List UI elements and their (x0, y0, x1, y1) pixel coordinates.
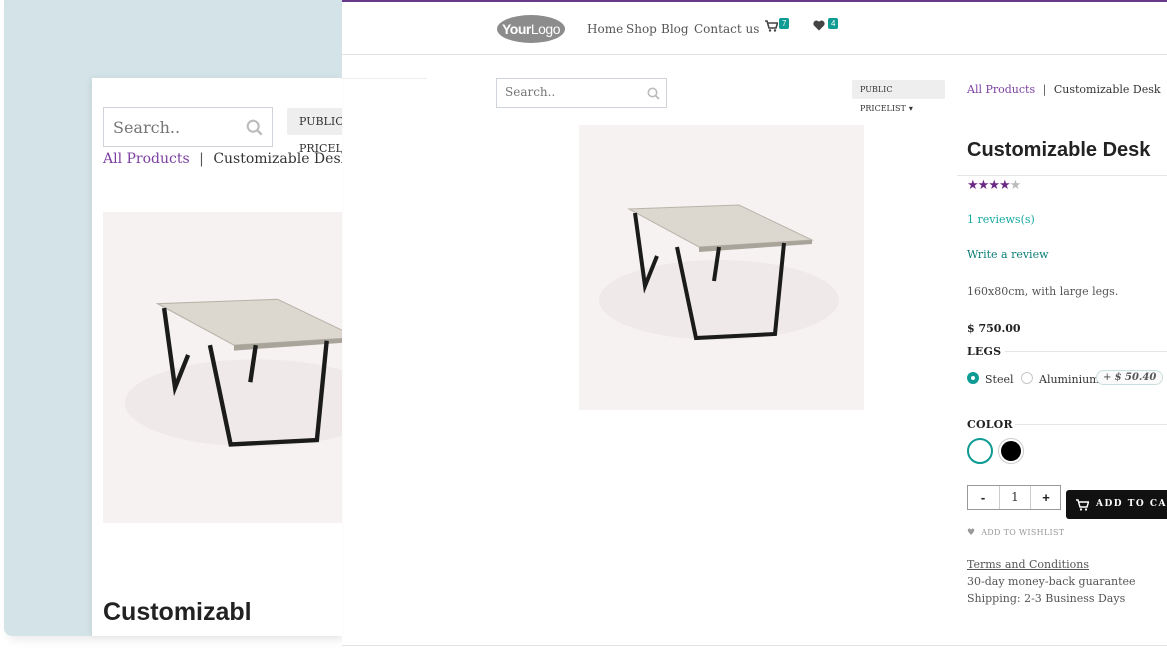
star-empty-icon: ★ (1009, 178, 1022, 193)
desk-illustration (599, 204, 839, 341)
quantity-stepper: - 1 + (967, 485, 1061, 510)
product-title: Customizable Desk (967, 139, 1151, 161)
legs-steel-radio[interactable] (967, 372, 979, 384)
mobile-breadcrumb-all-products-link[interactable]: All Products (103, 151, 190, 167)
mobile-product-page: PUBLIC PRICELIST▾ All Products | Customi… (92, 78, 342, 636)
desk-illustration (124, 298, 342, 447)
product-price: $ 750.00 (967, 322, 1021, 335)
extra-price-value: $ 50.40 (1114, 372, 1157, 383)
color-swatch-white[interactable] (967, 438, 993, 464)
add-to-cart-button[interactable]: ADD TO CART (1066, 490, 1167, 519)
nav-home-link[interactable]: Home (587, 22, 623, 36)
heart-icon: ♥ (967, 528, 976, 538)
product-image[interactable] (579, 125, 864, 410)
caret-down-icon: ▾ (908, 104, 913, 113)
pricelist-label: PUBLIC PRICELIST (860, 85, 906, 113)
mobile-breadcrumb: All Products | Customizable Desk (103, 151, 342, 167)
add-to-wishlist-label: ADD TO WISHLIST (981, 528, 1065, 537)
star-icon: ★ (988, 178, 1000, 193)
breadcrumb: All Products | Customizable Desk (967, 83, 1161, 96)
search-icon[interactable] (647, 85, 660, 104)
mobile-window-extension (342, 78, 427, 536)
legs-steel-label: Steel (985, 373, 1014, 386)
mobile-pricelist-label: PUBLIC PRICELIST (299, 115, 342, 155)
search-input[interactable] (505, 85, 645, 99)
guarantee-text: 30-day money-back guarantee (967, 575, 1136, 588)
legs-aluminium-label: Aluminium (1039, 373, 1100, 386)
product-description: 160x80cm, with large legs. (967, 285, 1119, 298)
nav-blog-link[interactable]: Blog (661, 22, 689, 36)
logo-bold-text: Your (501, 21, 531, 37)
search-box (496, 78, 667, 108)
legs-divider (1005, 351, 1167, 352)
terms-link[interactable]: Terms and Conditions (967, 558, 1089, 571)
navbar: YourLogo Home Shop Blog Contact us 7 4 (342, 2, 1167, 55)
breadcrumb-all-products-link[interactable]: All Products (967, 83, 1035, 96)
wishlist-count-badge: 4 (828, 18, 839, 29)
color-label: COLOR (967, 418, 1013, 431)
write-review-link[interactable]: Write a review (967, 248, 1049, 261)
mobile-product-title: Customizabl (103, 598, 252, 626)
cart-icon[interactable] (765, 20, 779, 36)
pricelist-dropdown[interactable]: PUBLIC PRICELIST ▾ (852, 80, 945, 113)
shipping-text: Shipping: 2-3 Business Days (967, 592, 1126, 605)
desktop-product-page: YourLogo Home Shop Blog Contact us 7 4 P… (342, 0, 1167, 646)
nav-contact-link[interactable]: Contact us (694, 22, 759, 36)
qty-plus-button[interactable]: + (1031, 486, 1061, 509)
mobile-breadcrumb-separator: | (199, 151, 204, 167)
reviews-link[interactable]: 1 reviews(s) (967, 213, 1035, 226)
cart-icon (1076, 490, 1090, 519)
heart-icon[interactable] (813, 20, 825, 35)
title-divider (957, 175, 1167, 176)
star-icon: ★ (967, 178, 979, 193)
add-to-cart-label: ADD TO CART (1096, 499, 1167, 509)
cart-count-badge: 7 (779, 18, 790, 29)
legs-aluminium-radio[interactable] (1021, 372, 1033, 384)
color-swatch-black[interactable] (998, 438, 1024, 464)
mobile-search-box (103, 107, 273, 147)
extra-price-badge: + $ 50.40 (1096, 370, 1164, 385)
breadcrumb-separator: | (1042, 83, 1047, 96)
add-to-wishlist-link[interactable]: ♥ ADD TO WISHLIST (967, 528, 1064, 538)
star-rating: ★★★★★ (967, 178, 1022, 193)
mobile-breadcrumb-current: Customizable Desk (213, 151, 342, 167)
mobile-product-image[interactable] (103, 212, 342, 523)
color-swatch-black-fill (1001, 441, 1021, 461)
site-logo[interactable]: YourLogo (497, 15, 565, 43)
mobile-search-input[interactable] (113, 118, 238, 137)
color-divider (1015, 424, 1167, 425)
mobile-pricelist-dropdown[interactable]: PUBLIC PRICELIST▾ (287, 108, 342, 155)
qty-minus-button[interactable]: - (968, 486, 998, 509)
extra-price-prefix: + (1103, 372, 1112, 383)
search-icon[interactable] (246, 119, 263, 140)
qty-input[interactable]: 1 (999, 486, 1031, 509)
star-icon: ★ (977, 178, 990, 193)
nav-shop-link[interactable]: Shop (626, 22, 657, 36)
breadcrumb-current: Customizable Desk (1053, 83, 1161, 96)
star-icon: ★ (998, 178, 1011, 193)
legs-label: LEGS (967, 345, 1002, 358)
logo-thin-text: Logo (530, 21, 561, 37)
